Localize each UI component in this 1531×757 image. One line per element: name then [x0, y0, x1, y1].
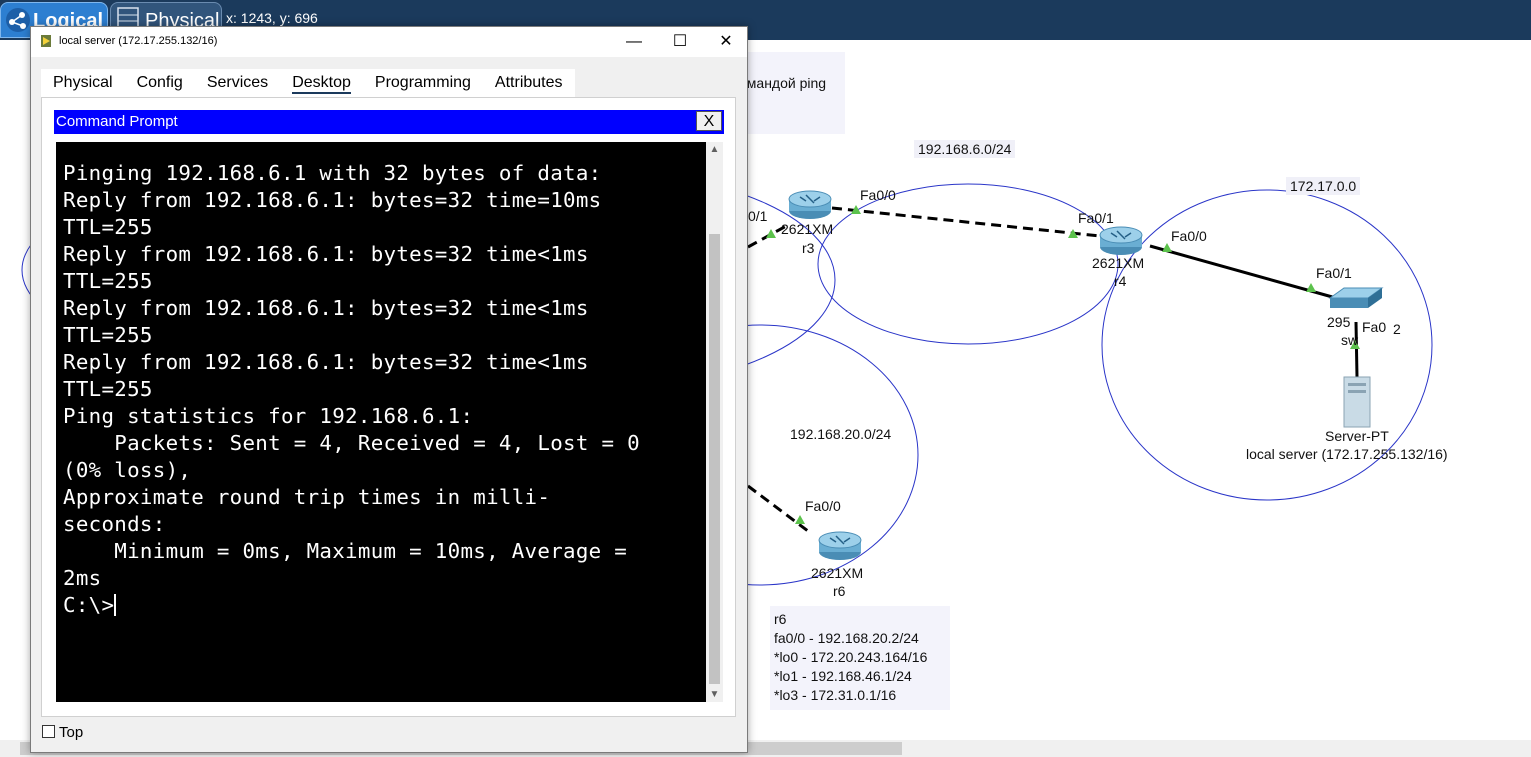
server-icon — [1343, 376, 1371, 428]
terminal-line: (0% loss), — [63, 458, 192, 482]
terminal-line: TTL=255 — [63, 269, 153, 293]
device-name-r3: r3 — [802, 240, 815, 256]
command-prompt-title: Command Prompt — [56, 113, 178, 130]
port-marker — [766, 229, 776, 238]
network-label: 172.17.0.0 — [1286, 177, 1361, 195]
r6-note-line: *lo3 - 172.31.0.1/16 — [774, 687, 897, 703]
command-prompt-close-button[interactable]: X — [696, 111, 722, 131]
network-label: 192.168.20.0/24 — [790, 426, 892, 442]
terminal-line: Packets: Sent = 4, Received = 4, Lost = … — [63, 431, 640, 455]
tab-label: Config — [136, 74, 183, 91]
close-button[interactable]: ✕ — [703, 27, 749, 57]
port-label: Fa0/1 — [1316, 265, 1352, 281]
port-label: Fa0/1 — [1078, 210, 1114, 226]
network-circle-192-168-6 — [817, 183, 1119, 345]
terminal-line: Minimum = 0ms, Maximum = 10ms, Average = — [63, 539, 628, 563]
terminal-output[interactable]: Pinging 192.168.6.1 with 32 bytes of dat… — [56, 142, 706, 702]
device-model-switch: 295 — [1327, 314, 1351, 330]
terminal-line: Reply from 192.168.6.1: bytes=32 time<1m… — [63, 242, 589, 266]
tab-desktop[interactable]: Desktop — [280, 69, 363, 97]
port-label: 0/1 — [748, 208, 768, 224]
r6-note-line: *lo1 - 192.168.46.1/24 — [774, 668, 912, 684]
device-name-server: local server (172.17.255.132/16) — [1246, 446, 1448, 462]
router-r3-icon — [788, 190, 832, 219]
tab-label: Attributes — [494, 74, 563, 91]
window-titlebar[interactable]: local server (172.17.255.132/16) — ☐ ✕ — [31, 27, 747, 57]
tab-label: Programming — [374, 74, 471, 91]
r6-note-line: fa0/0 - 192.168.20.2/24 — [774, 630, 919, 646]
background-note-text: омандой ping — [739, 75, 827, 91]
port-label: Fa0/0 — [1171, 228, 1207, 244]
device-window: local server (172.17.255.132/16) — ☐ ✕ P… — [30, 26, 748, 753]
terminal-line: Pinging 192.168.6.1 with 32 bytes of dat… — [63, 161, 602, 185]
device-name-switch: sw — [1341, 332, 1359, 348]
terminal-line: 2ms — [63, 566, 102, 590]
text-cursor — [114, 594, 117, 616]
terminal-line: Reply from 192.168.6.1: bytes=32 time<1m… — [63, 296, 589, 320]
device-model-r6: 2621XM — [811, 565, 864, 581]
router-r6-icon — [818, 531, 862, 560]
maximize-button[interactable]: ☐ — [657, 27, 703, 57]
terminal-line: seconds: — [63, 512, 166, 536]
terminal-line: TTL=255 — [63, 215, 153, 239]
port-label: Fa0/0 — [860, 187, 896, 203]
port-label: Fa0 — [1362, 319, 1387, 335]
minimize-button[interactable]: — — [611, 27, 657, 57]
tab-label: Services — [206, 74, 269, 91]
checkbox-icon[interactable] — [42, 725, 55, 738]
port-marker — [1162, 243, 1172, 252]
terminal-vertical-scrollbar[interactable]: ▲ ▼ — [706, 142, 723, 702]
background-note: омандой ping — [735, 52, 845, 134]
device-name-r4: r4 — [1114, 273, 1127, 289]
port-label: Fa0/0 — [805, 498, 841, 514]
device-model-r4: 2621XM — [1092, 255, 1145, 271]
port-label: 2 — [1393, 321, 1401, 337]
device-tabs: Physical Config Services Desktop Program… — [41, 69, 575, 97]
tab-config[interactable]: Config — [125, 69, 195, 97]
link-r3-r4 — [831, 206, 1101, 238]
scroll-up-icon[interactable]: ▲ — [706, 144, 723, 155]
scrollbar-thumb[interactable] — [709, 234, 720, 684]
device-model-r3: 2621XM — [781, 221, 834, 237]
tab-attributes[interactable]: Attributes — [483, 69, 575, 97]
device-model-server: Server-PT — [1325, 428, 1389, 444]
port-marker — [795, 515, 805, 524]
tab-label: Physical — [53, 74, 113, 91]
network-icon — [6, 8, 30, 32]
server-window-icon — [41, 35, 51, 47]
tab-label: Desktop — [292, 74, 351, 94]
desktop-panel: Command Prompt X Pinging 192.168.6.1 wit… — [41, 97, 736, 717]
terminal-line: Ping statistics for 192.168.6.1: — [63, 404, 474, 428]
r6-note-line: *lo0 - 172.20.243.164/16 — [774, 649, 928, 665]
switch-icon — [1328, 287, 1384, 308]
top-checkbox[interactable]: Top — [42, 724, 83, 741]
terminal-line: TTL=255 — [63, 377, 153, 401]
r6-note: r6 fa0/0 - 192.168.20.2/24 *lo0 - 172.20… — [770, 606, 950, 710]
tab-physical-device[interactable]: Physical — [41, 69, 125, 97]
port-marker — [1306, 283, 1316, 292]
link-r6-left — [747, 484, 813, 536]
device-name-r6: r6 — [833, 583, 846, 599]
terminal-prompt: C:\> — [63, 593, 115, 617]
terminal-line: Reply from 192.168.6.1: bytes=32 time<1m… — [63, 350, 589, 374]
terminal-line: Approximate round trip times in milli- — [63, 485, 551, 509]
link-switch-server — [1354, 321, 1359, 378]
tab-programming[interactable]: Programming — [363, 69, 483, 97]
terminal-line: Reply from 192.168.6.1: bytes=32 time=10… — [63, 188, 602, 212]
command-prompt-header: Command Prompt X — [54, 110, 724, 134]
router-r4-icon — [1099, 226, 1143, 255]
window-title: local server (172.17.255.132/16) — [59, 35, 218, 47]
r6-note-line: r6 — [774, 611, 787, 627]
cursor-coordinates: x: 1243, y: 696 — [226, 10, 318, 26]
scroll-down-icon[interactable]: ▼ — [706, 689, 723, 700]
network-label: 192.168.6.0/24 — [914, 140, 1016, 158]
terminal-line: TTL=255 — [63, 323, 153, 347]
top-checkbox-label: Top — [59, 724, 84, 741]
terminal-prompt-line[interactable]: C:\> — [63, 592, 706, 619]
tab-services[interactable]: Services — [195, 69, 280, 97]
